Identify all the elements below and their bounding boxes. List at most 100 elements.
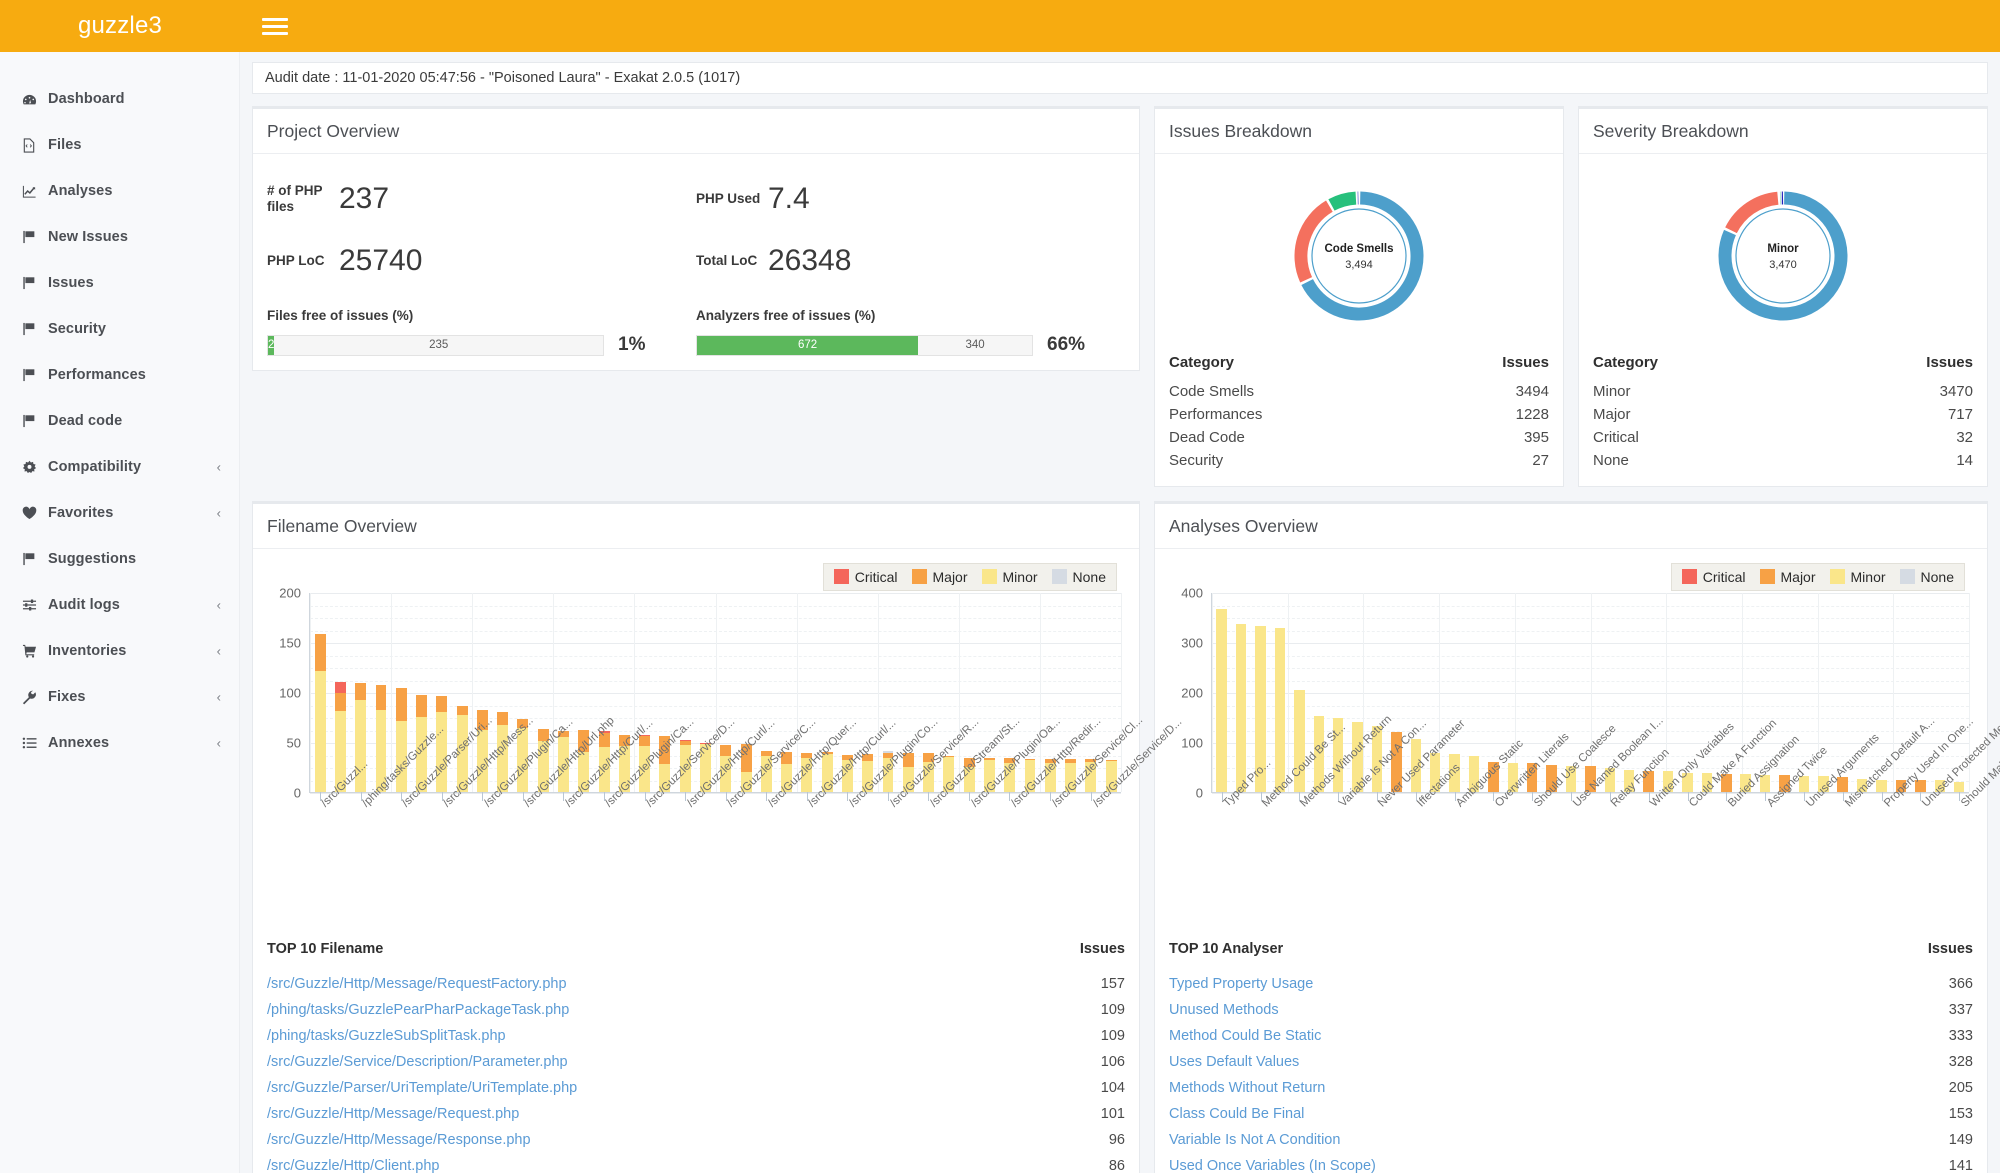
metric-value: 26348 — [768, 244, 852, 277]
top10-issues-cell: 109 — [1100, 1002, 1125, 1018]
metric-label: PHP Used — [696, 191, 761, 207]
legend-swatch-major — [1759, 569, 1775, 584]
sidebar-item-audit-logs[interactable]: Audit logs ‹ — [0, 582, 239, 628]
legend-swatch-critical — [833, 569, 849, 584]
bar-column[interactable] — [371, 593, 391, 792]
plot-box — [309, 593, 1122, 801]
sidebar-item-annexes[interactable]: Annexes ‹ — [0, 720, 239, 766]
top10-filename-title: TOP 10 Filename — [267, 941, 384, 957]
free-of-issues-bars: Files free of issues (%) 2 235 1% Analyzers … — [267, 308, 1125, 356]
sidebar-item-favorites[interactable]: Favorites ‹ — [0, 490, 239, 536]
audit-date-bar: Audit date : 11-01-2020 05:47:56 - "Pois… — [252, 62, 1988, 94]
bar-segment-major — [334, 693, 346, 711]
y-tick-label: 0 — [293, 785, 301, 801]
brand-logo[interactable]: guzzle3 — [0, 0, 240, 52]
sidebar-item-files[interactable]: Files — [0, 122, 239, 168]
legend-item-critical[interactable]: Critical — [1681, 569, 1746, 585]
top10-name-cell: Uses Default Values — [1169, 1049, 1829, 1075]
chevron-left-icon[interactable]: ‹ — [217, 506, 221, 521]
legend-label-minor: Minor — [1002, 569, 1038, 585]
sidebar-item-inventories[interactable]: Inventories ‹ — [0, 628, 239, 674]
chevron-left-icon[interactable]: ‹ — [217, 690, 221, 705]
top10-link[interactable]: Typed Property Usage — [1169, 976, 1313, 992]
sidebar-item-compatibility[interactable]: Compatibility ‹ — [0, 444, 239, 490]
legend-item-major[interactable]: Major — [1759, 569, 1816, 585]
bar-column[interactable] — [310, 593, 330, 792]
top10-link[interactable]: /phing/tasks/GuzzleSubSplitTask.php — [267, 1028, 506, 1044]
top10-link[interactable]: Method Could Be Static — [1169, 1028, 1321, 1044]
legend-item-none[interactable]: None — [1899, 569, 1954, 585]
chevron-left-icon[interactable]: ‹ — [217, 644, 221, 659]
bar-segment-minor — [1216, 609, 1227, 792]
legend-label-major: Major — [932, 569, 968, 585]
sidebar-item-new-issues[interactable]: New Issues — [0, 214, 239, 260]
issues-donut-chart: Code Smells 3,494 — [1169, 168, 1549, 350]
sidebar-item-label: Issues — [48, 275, 94, 291]
sidebar-item-label: Dashboard — [48, 91, 125, 107]
chevron-left-icon[interactable]: ‹ — [217, 598, 221, 613]
table-row: Dead Code 395 — [1169, 426, 1549, 449]
top10-link[interactable]: Uses Default Values — [1169, 1054, 1299, 1070]
top10-link[interactable]: Methods Without Return — [1169, 1080, 1325, 1096]
sidebar-item-analyses[interactable]: Analyses — [0, 168, 239, 214]
top10-issues-cell: 366 — [1948, 976, 1973, 992]
sidebar-item-dashboard[interactable]: Dashboard — [0, 76, 239, 122]
table-row: Performances 1228 — [1169, 403, 1549, 426]
top10-name-cell: Typed Property Usage — [1169, 971, 1829, 997]
top10-link[interactable]: Class Could Be Final — [1169, 1106, 1304, 1122]
hamburger-line — [262, 31, 288, 35]
sidebar-item-label: Favorites — [48, 505, 114, 521]
bar-column[interactable] — [330, 593, 350, 792]
sidebar-item-issues[interactable]: Issues — [0, 260, 239, 306]
top10-link[interactable]: /src/Guzzle/Http/Message/Request.php — [267, 1106, 519, 1122]
sidebar-item-security[interactable]: Security — [0, 306, 239, 352]
top10-link[interactable]: /src/Guzzle/Http/Message/RequestFactory.… — [267, 976, 567, 992]
sidebar-item-fixes[interactable]: Fixes ‹ — [0, 674, 239, 720]
hamburger-line — [262, 17, 288, 21]
bar-column[interactable] — [1270, 593, 1289, 792]
sidebar-item-dead-code[interactable]: Dead code — [0, 398, 239, 444]
hamburger-icon[interactable] — [262, 13, 288, 39]
metric-value: 25740 — [339, 244, 423, 277]
legend-item-critical[interactable]: Critical — [833, 569, 898, 585]
top10-issues-cell: 333 — [1948, 1028, 1973, 1044]
legend-item-minor[interactable]: Minor — [1829, 569, 1886, 585]
top10-issues-cell: 101 — [1100, 1106, 1125, 1122]
table-row: /src/Guzzle/Http/Message/Response.php 96 — [267, 1127, 1125, 1153]
bar-column[interactable] — [1464, 593, 1483, 792]
metric-label: # of PHP files — [267, 183, 323, 214]
table-row: /src/Guzzle/Parser/UriTemplate/UriTempla… — [267, 1075, 1125, 1101]
bar-column[interactable] — [1231, 593, 1250, 792]
wrench-icon — [22, 690, 48, 705]
chevron-left-icon[interactable]: ‹ — [217, 460, 221, 475]
metric-total-loc: Total LoC 26348 — [696, 230, 1125, 292]
top10-link[interactable]: /phing/tasks/GuzzlePearPharPackageTask.p… — [267, 1002, 569, 1018]
top10-link[interactable]: Variable Is Not A Condition — [1169, 1132, 1340, 1148]
sidebar-item-performances[interactable]: Performances — [0, 352, 239, 398]
legend-item-none[interactable]: None — [1051, 569, 1106, 585]
sidebar-item-suggestions[interactable]: Suggestions — [0, 536, 239, 582]
top10-filename-col-issues: Issues — [1079, 941, 1125, 957]
table-row: None 14 — [1593, 449, 1973, 472]
bar-column[interactable] — [1212, 593, 1231, 792]
metrics-grid: # of PHP files 237 PHP Used 7.4 PHP LoC 25740… — [267, 168, 1125, 292]
top10-link[interactable]: /src/Guzzle/Parser/UriTemplate/UriTempla… — [267, 1080, 577, 1096]
legend-item-major[interactable]: Major — [911, 569, 968, 585]
flag-icon — [22, 368, 48, 382]
flag-icon — [22, 230, 48, 244]
top10-filename-table: TOP 10 Filename Issues /src/Guzzle/Http/… — [267, 935, 1125, 1173]
top10-link[interactable]: /src/Guzzle/Service/Description/Paramete… — [267, 1054, 568, 1070]
top10-issues-cell: 104 — [1100, 1080, 1125, 1096]
top10-link[interactable]: Unused Methods — [1169, 1002, 1279, 1018]
top10-link[interactable]: Used Once Variables (In Scope) — [1169, 1158, 1376, 1173]
chevron-left-icon[interactable]: ‹ — [217, 736, 221, 751]
issues-breakdown-card: Issues Breakdown Code Smells 3,494 Categ… — [1154, 106, 1564, 487]
free-bar-row: 2 235 1% — [267, 334, 670, 356]
progress-bar: 672 340 — [696, 334, 1033, 356]
analyses-overview-chart: Critical Major Minor None 0 100 200 300 400 Typed… — [1169, 563, 2000, 913]
top10-link[interactable]: /src/Guzzle/Http/Message/Response.php — [267, 1132, 531, 1148]
top10-link[interactable]: /src/Guzzle/Http/Client.php — [267, 1158, 439, 1173]
cart-icon — [22, 644, 48, 658]
x-axis-labels: /src/Guzzl.../phing/tasks/Guzzle.../src/… — [309, 714, 1184, 913]
legend-item-minor[interactable]: Minor — [981, 569, 1038, 585]
